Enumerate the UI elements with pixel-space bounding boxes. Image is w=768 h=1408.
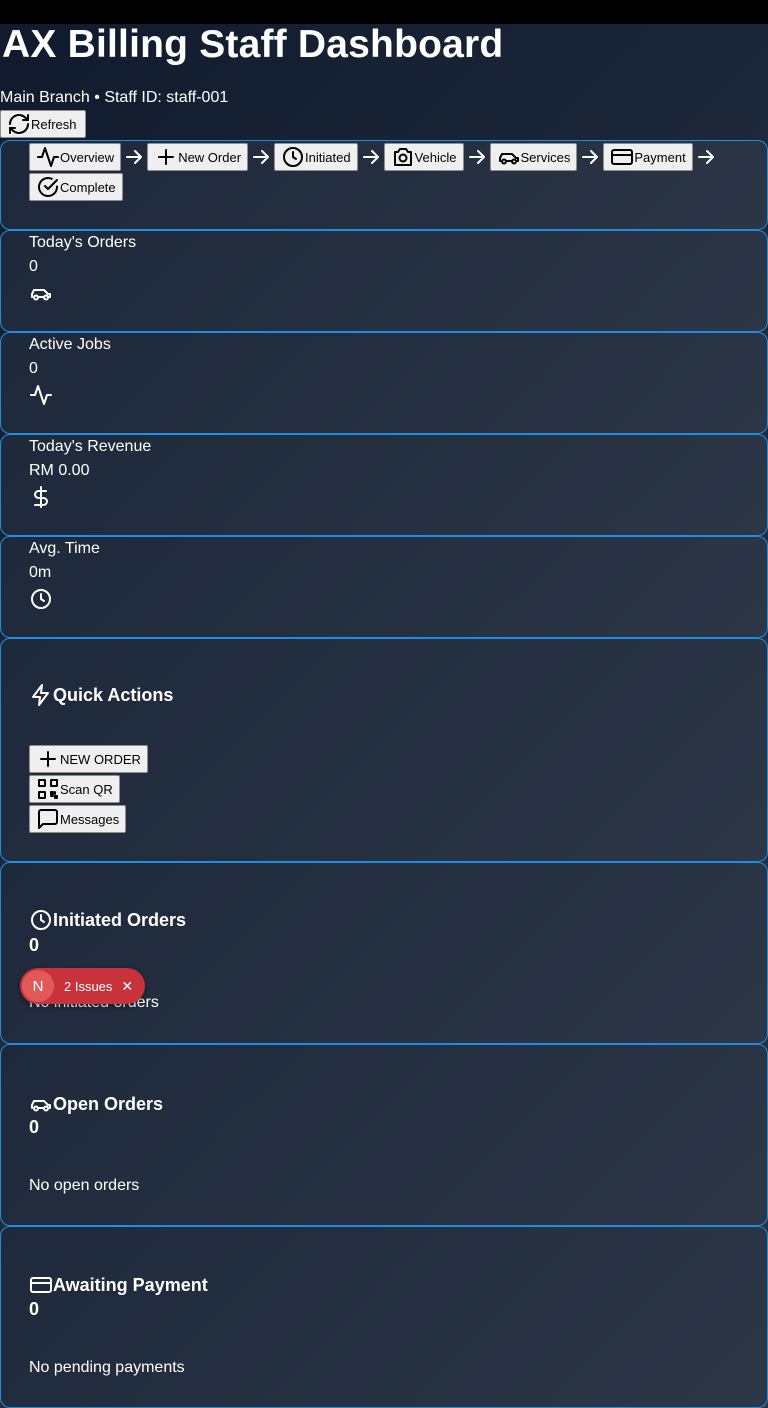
message-square-icon [38,809,58,829]
section-title-text: Initiated Orders [53,909,187,930]
stat-card-avg-time: Avg. Time 0m [0,536,768,638]
step-vehicle[interactable]: Vehicle [383,143,464,171]
page-title: AX Billing Staff Dashboard [2,23,504,66]
workflow-steps: Overview New Order Initiated Vehicle Ser… [0,140,768,230]
refresh-icon [9,114,29,134]
stat-card-active-jobs: Active Jobs 0 [0,332,768,434]
step-label: Complete [60,179,116,195]
stat-value: 0 [29,258,38,275]
qr-code-icon [38,779,58,799]
car-icon [31,289,51,301]
stat-label: Active Jobs [29,336,111,353]
quick-actions-title: Quick Actions [29,683,173,707]
button-label: NEW ORDER [60,751,141,767]
arrow-right-icon [697,150,714,164]
awaiting-payment-title: Awaiting Payment [29,1273,208,1297]
initiated-count: 0 [29,935,40,955]
plus-icon [40,751,56,767]
initiated-orders-card: Initiated Orders 0 No initiated orders [0,862,768,1044]
arrow-right-icon [362,150,379,164]
top-bar [0,0,768,24]
step-label: New Order [178,149,242,165]
step-complete[interactable]: Complete [29,173,123,201]
refresh-button[interactable]: Refresh [0,110,86,138]
awaiting-empty-message: No pending payments [29,1359,185,1376]
stat-value: 0 [29,360,38,377]
scan-qr-button[interactable]: Scan QR [29,775,120,803]
initiated-orders-title: Initiated Orders [29,908,186,932]
section-title-text: Awaiting Payment [53,1274,208,1295]
arrow-right-icon [126,150,143,164]
step-overview[interactable]: Overview [29,143,122,171]
step-label: Overview [60,149,115,165]
dollar-icon [34,486,48,508]
button-label: Scan QR [60,781,113,797]
section-title-text: Open Orders [53,1093,164,1114]
step-services[interactable]: Services [489,143,578,171]
new-order-button[interactable]: NEW ORDER [29,745,148,773]
issues-toast[interactable]: N 2 Issues ✕ [20,968,145,1004]
quick-actions-card: Quick Actions NEW ORDER Scan QR Messages [0,638,768,862]
toast-logo-badge: N [22,970,54,1002]
stat-value: 0m [29,564,52,581]
refresh-label: Refresh [31,116,77,132]
stat-label: Today's Orders [29,234,137,251]
check-circle-icon [38,177,58,197]
clock-icon [31,910,51,930]
open-orders-title: Open Orders [29,1092,163,1116]
car-icon [498,153,519,165]
step-label: Payment [634,149,686,165]
section-title-text: Quick Actions [53,684,174,705]
step-label: Initiated [305,149,351,165]
stat-card-todays-revenue: Today's Revenue RM 0.00 [0,434,768,536]
camera-icon [393,148,412,166]
clock-icon [283,147,304,167]
stat-label: Today's Revenue [29,438,152,455]
car-icon [31,1100,51,1112]
stat-card-todays-orders: Today's Orders 0 [0,230,768,332]
close-icon[interactable]: ✕ [121,978,133,995]
button-label: Messages [60,811,120,827]
arrow-right-icon [582,150,599,164]
credit-card-icon [611,149,634,165]
open-empty-message: No open orders [29,1177,140,1194]
step-new-order[interactable]: New Order [147,143,249,171]
open-orders-card: Open Orders 0 No open orders [0,1044,768,1226]
stat-label: Avg. Time [29,540,100,557]
credit-card-icon [30,1277,52,1293]
activity-icon [30,385,52,405]
page-subtitle: Main Branch • Staff ID: staff-001 [0,89,229,106]
messages-button[interactable]: Messages [29,805,127,833]
awaiting-payment-card: Awaiting Payment 0 No pending payments [0,1226,768,1408]
stat-value: RM 0.00 [29,462,90,479]
open-count: 0 [29,1117,40,1137]
step-initiated[interactable]: Initiated [274,143,358,171]
issues-count-label[interactable]: 2 Issues [64,979,112,994]
awaiting-count: 0 [29,1299,40,1319]
activity-icon [37,147,59,167]
arrow-right-icon [253,150,270,164]
zap-icon [32,684,49,706]
step-label: Vehicle [414,149,457,165]
clock-icon [31,589,51,609]
step-label: Services [520,149,571,165]
plus-icon [158,149,175,165]
arrow-right-icon [468,150,485,164]
step-payment[interactable]: Payment [603,143,693,171]
